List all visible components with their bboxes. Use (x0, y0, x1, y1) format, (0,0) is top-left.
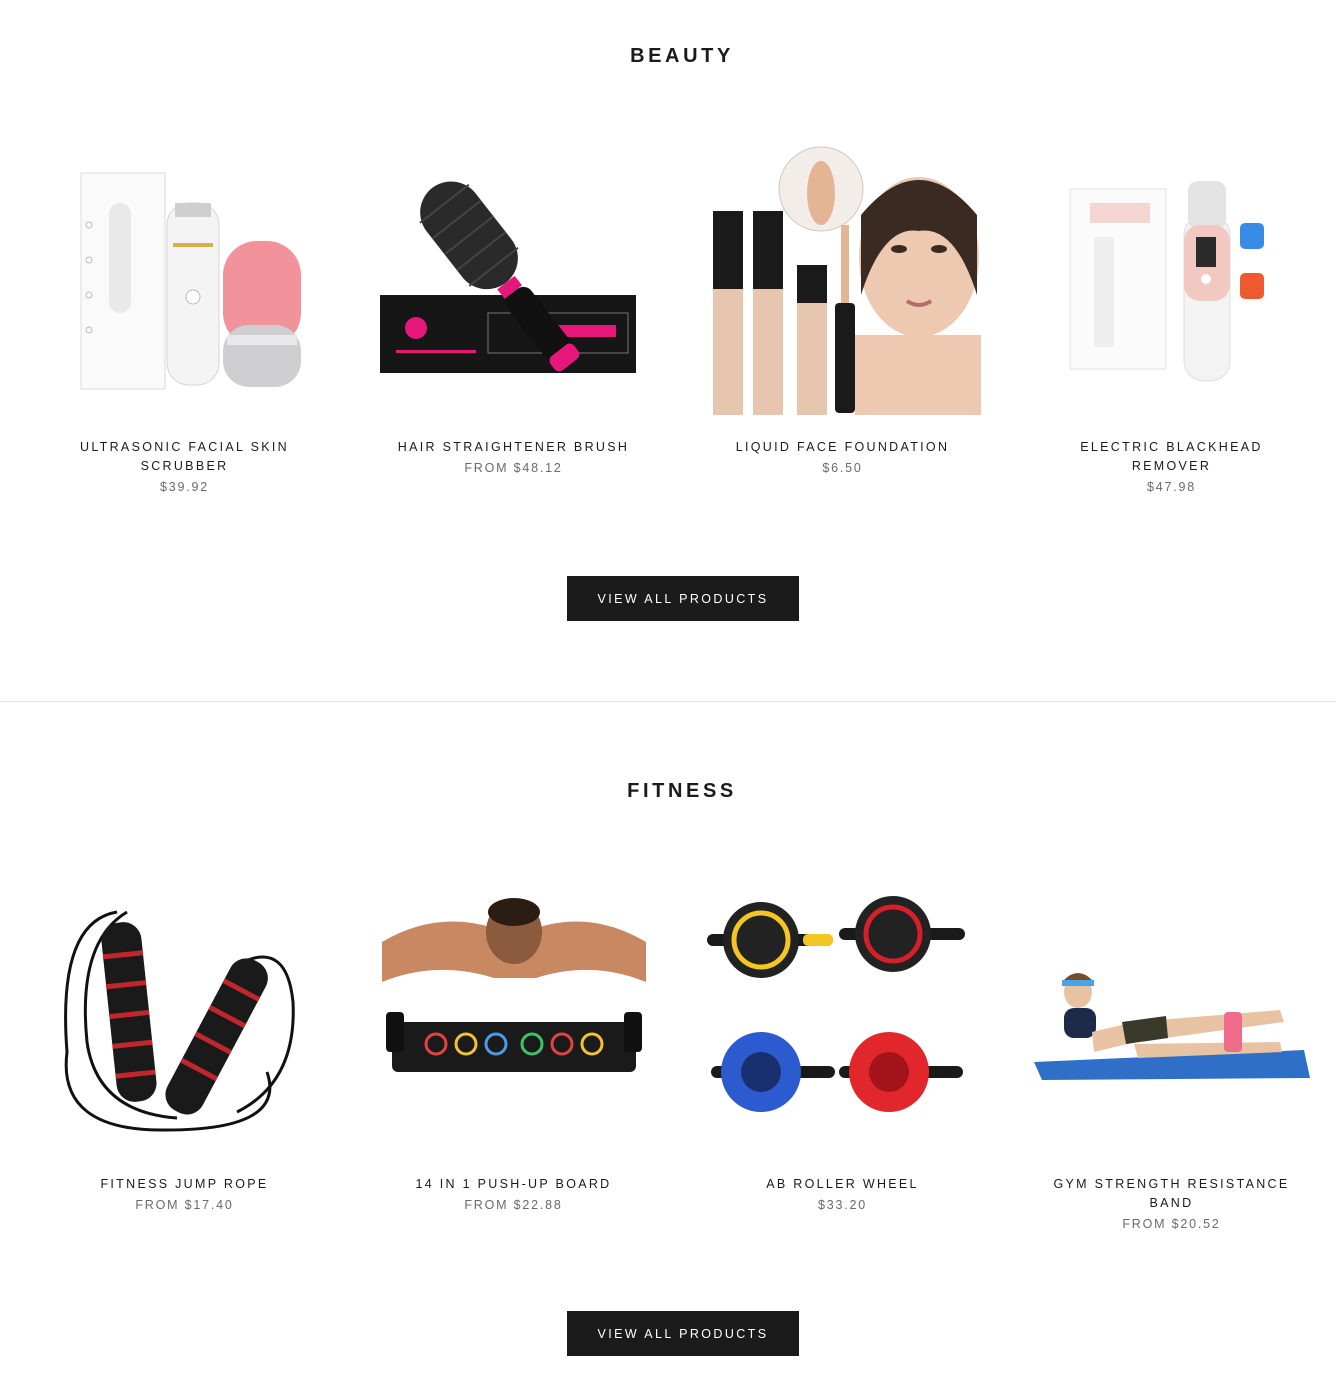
product-card[interactable]: AB Roller Wheel $33.20 (678, 882, 1007, 1231)
product-name[interactable]: Ultrasonic Facial Skin Scrubber (60, 438, 310, 476)
product-card[interactable]: Electric Blackhead Remover $47.98 (1007, 145, 1336, 494)
product-price: $33.20 (817, 1198, 868, 1212)
product-card[interactable]: Ultrasonic Facial Skin Scrubber $39.92 (20, 145, 349, 494)
facial-scrubber-image[interactable] (47, 145, 323, 415)
ab-roller-image[interactable] (705, 882, 981, 1152)
hair-brush-image[interactable] (376, 145, 652, 415)
product-price: From $17.40 (135, 1198, 234, 1212)
product-name[interactable]: Electric Blackhead Remover (1047, 438, 1297, 476)
blackhead-remover-image[interactable] (1034, 145, 1310, 415)
product-card[interactable]: Fitness Jump Rope From $17.40 (20, 882, 349, 1231)
product-price: From $22.88 (464, 1198, 563, 1212)
product-price: From $48.12 (464, 461, 563, 475)
product-name[interactable]: 14 in 1 Push-Up Board (389, 1175, 639, 1194)
product-price: $39.92 (159, 480, 210, 494)
view-all-beauty-button[interactable]: View all products (567, 576, 799, 621)
jump-rope-image[interactable] (47, 882, 323, 1152)
product-price: From $20.52 (1122, 1217, 1221, 1231)
foundation-image[interactable] (705, 145, 981, 415)
beauty-product-grid: Ultrasonic Facial Skin Scrubber $39.92 (20, 145, 1336, 494)
view-all-fitness-button[interactable]: View all products (567, 1311, 799, 1356)
product-price: $6.50 (822, 461, 863, 475)
product-name[interactable]: Gym Strength Resistance Band (1047, 1175, 1297, 1213)
product-card[interactable]: Liquid Face Foundation $6.50 (678, 145, 1007, 494)
beauty-collection-section: Beauty Ultrasonic Facial Skin Sc (0, 0, 1336, 701)
product-card[interactable]: Gym Strength Resistance Band From $20.52 (1007, 882, 1336, 1231)
fitness-product-grid: Fitness Jump Rope From $17.40 (20, 882, 1336, 1231)
product-name[interactable]: Hair Straightener Brush (389, 438, 639, 457)
resistance-band-image[interactable] (1033, 882, 1310, 1152)
product-name[interactable]: Liquid Face Foundation (718, 438, 968, 457)
product-price: $47.98 (1146, 480, 1197, 494)
product-name[interactable]: Fitness Jump Rope (60, 1175, 310, 1194)
product-name[interactable]: AB Roller Wheel (718, 1175, 968, 1194)
beauty-section-title: Beauty (630, 45, 734, 67)
product-card[interactable]: Hair Straightener Brush From $48.12 (349, 145, 678, 494)
fitness-collection-section: Fitness (0, 702, 1336, 1383)
fitness-section-title: Fitness (627, 780, 737, 802)
product-card[interactable]: 14 in 1 Push-Up Board From $22.88 (349, 882, 678, 1231)
pushup-board-image[interactable] (376, 882, 652, 1152)
